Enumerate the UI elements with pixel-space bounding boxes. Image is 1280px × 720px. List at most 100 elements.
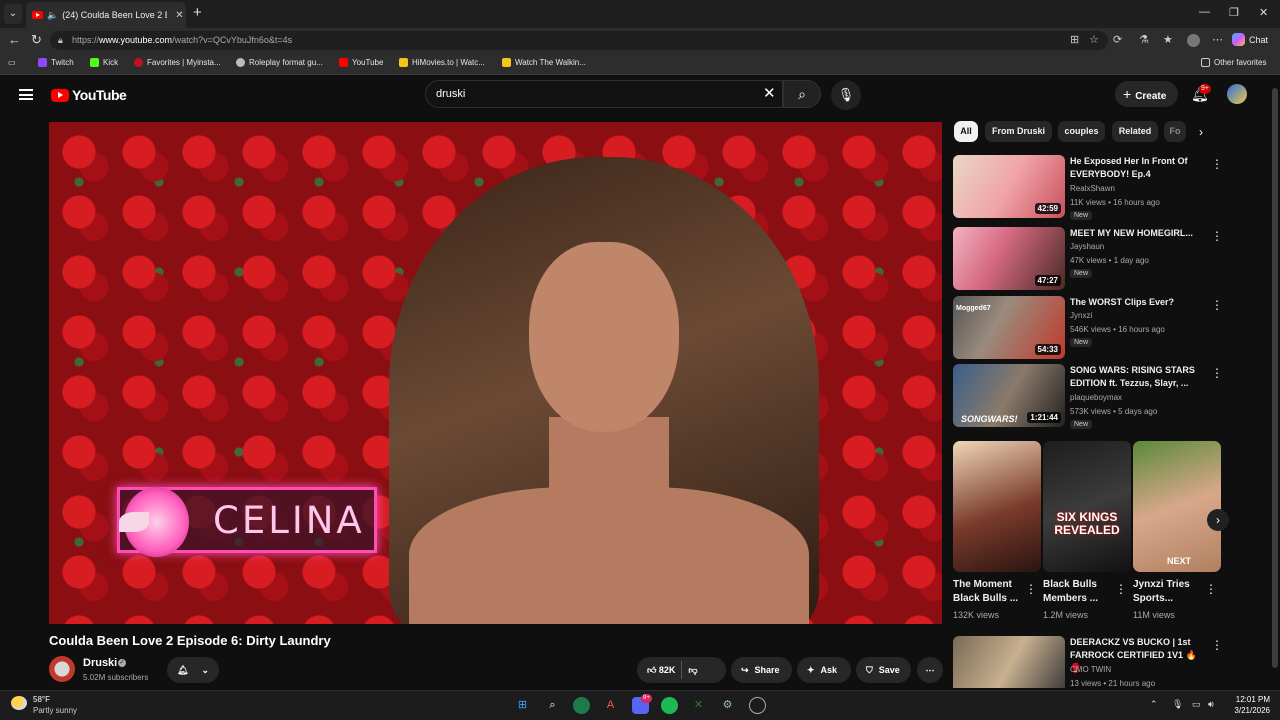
recommended-title[interactable]: He Exposed Her In Front Of EVERYBODY! Ep… xyxy=(1070,155,1202,181)
video-thumbnail[interactable]: Mogged67 54:33 xyxy=(953,296,1065,359)
windows-start-icon[interactable]: ⊞ xyxy=(514,697,531,714)
edge-browser-icon[interactable] xyxy=(573,697,590,714)
recommended-video[interactable]: 47:27 MEET MY NEW HOMEGIRL... Jayshaun 4… xyxy=(953,227,1223,293)
recommended-video[interactable]: SONGWARS! 1:21:44 SONG WARS: RISING STARS… xyxy=(953,364,1223,430)
refresh-button[interactable]: ↻ xyxy=(31,32,42,48)
more-icon[interactable]: ⋮ xyxy=(1115,582,1127,596)
site-info-icon[interactable]: 🔒︎ xyxy=(58,31,63,50)
dislike-button[interactable]: 👎︎ xyxy=(688,657,697,683)
monitor-icon[interactable]: ▭ xyxy=(1192,699,1201,710)
like-button[interactable]: 👍︎ 82K xyxy=(647,657,675,683)
weather-icon[interactable] xyxy=(11,696,27,710)
short-thumbnail[interactable] xyxy=(953,441,1041,572)
menu-icon[interactable] xyxy=(19,89,33,100)
youtube-logo[interactable]: YouTube xyxy=(51,87,127,103)
chevron-right-icon[interactable]: › xyxy=(1199,125,1203,139)
recommended-channel[interactable]: RealxShawn xyxy=(1070,184,1115,193)
speaker-icon[interactable]: 🔈 xyxy=(47,10,58,21)
settings-more-icon[interactable]: ⋯ xyxy=(1212,33,1223,46)
chip-all[interactable]: All xyxy=(954,121,978,142)
spotify-icon[interactable] xyxy=(661,697,678,714)
video-thumbnail[interactable] xyxy=(953,636,1065,688)
recommended-channel[interactable]: Jynxzi xyxy=(1070,311,1092,320)
video-thumbnail[interactable]: SONGWARS! 1:21:44 xyxy=(953,364,1065,427)
channel-name[interactable]: Druski xyxy=(83,657,117,669)
short-title[interactable]: Black Bulls Members ... xyxy=(1043,578,1115,606)
recommended-title[interactable]: SONG WARS: RISING STARS EDITION ft. Tezz… xyxy=(1070,364,1202,390)
close-tab-icon[interactable]: ✕ xyxy=(175,10,183,21)
tab-actions-menu-icon[interactable]: ⌄ xyxy=(4,4,22,24)
favorite-walking-dead[interactable]: Watch The Walkin... xyxy=(502,58,586,67)
video-player[interactable]: CELINA xyxy=(49,122,942,624)
subscription-bell-button[interactable]: 🔔︎ ⌄ xyxy=(167,657,219,683)
chip-partial[interactable]: Fo xyxy=(1164,121,1186,142)
other-favorites[interactable]: Other favorites xyxy=(1201,58,1266,67)
copilot-chat-button[interactable]: Chat xyxy=(1232,33,1268,46)
recommended-video[interactable]: Mogged67 54:33 The WORST Clips Ever? Jynx… xyxy=(953,296,1223,362)
recommended-channel[interactable]: plaqueboymax xyxy=(1070,393,1122,402)
app-icon[interactable] xyxy=(749,697,766,714)
reading-view-icon[interactable]: ▭ xyxy=(8,58,16,67)
minimize-button[interactable]: — xyxy=(1199,6,1210,18)
search-input[interactable]: druski xyxy=(425,80,783,108)
weather-condition[interactable]: Partly sunny xyxy=(33,706,77,715)
recommended-title[interactable]: The WORST Clips Ever? xyxy=(1070,296,1202,309)
search-button[interactable]: ⌕ xyxy=(783,80,821,108)
more-actions-button[interactable]: ⋯ xyxy=(917,657,943,683)
favorite-youtube[interactable]: YouTube xyxy=(339,58,383,67)
chip-from-druski[interactable]: From Druski xyxy=(985,121,1052,142)
browser-essentials-icon[interactable]: ⚗ xyxy=(1139,33,1149,46)
short-title[interactable]: Jynxzi Tries Sports... xyxy=(1133,578,1205,606)
browser-tab-youtube[interactable]: 🔈 (24) Coulda Been Love 2 Episode 6: Dir… xyxy=(26,2,186,28)
weather-temperature[interactable]: 58°F xyxy=(33,695,50,704)
address-input[interactable]: 🔒︎ https://www.youtube.com/watch?v=QCvYbu… xyxy=(50,31,1108,50)
recommended-title[interactable]: MEET MY NEW HOMEGIRL... xyxy=(1070,227,1202,240)
create-button[interactable]: + Create xyxy=(1115,81,1178,107)
account-avatar[interactable] xyxy=(1227,84,1247,104)
short-title[interactable]: The Moment Black Bulls ... xyxy=(953,578,1025,606)
ask-button[interactable]: ✦ Ask xyxy=(797,657,851,683)
recommended-video[interactable]: 42:59 He Exposed Her In Front Of EVERYBO… xyxy=(953,155,1223,221)
favorites-icon[interactable]: ★ xyxy=(1163,33,1173,46)
scrollbar-thumb[interactable] xyxy=(1272,88,1278,668)
more-icon[interactable]: ⋮ xyxy=(1025,582,1037,596)
back-button[interactable]: ← xyxy=(8,32,21,47)
favorite-myinsta[interactable]: Favorites | Myinsta... xyxy=(134,58,221,67)
more-icon[interactable]: ⋮ xyxy=(1205,582,1217,596)
video-thumbnail[interactable]: 42:59 xyxy=(953,155,1065,218)
steam-icon[interactable]: ⚙ xyxy=(719,697,736,714)
profile-icon[interactable] xyxy=(1187,34,1200,47)
more-icon[interactable]: ⋮ xyxy=(1211,229,1223,243)
video-thumbnail[interactable]: 47:27 xyxy=(953,227,1065,290)
extensions-icon[interactable]: ⟳ xyxy=(1113,33,1122,46)
more-icon[interactable]: ⋮ xyxy=(1211,157,1223,171)
more-icon[interactable]: ⋮ xyxy=(1211,298,1223,312)
microphone-icon[interactable]: 🎙︎ xyxy=(1172,699,1183,710)
shorts-next-button[interactable]: › xyxy=(1207,509,1229,531)
favorite-twitch[interactable]: Twitch xyxy=(38,58,74,67)
new-tab-button[interactable]: + xyxy=(193,4,202,21)
chevron-up-icon[interactable]: ⌃ xyxy=(1150,699,1158,710)
short-thumbnail[interactable]: SIX KINGS REVEALED xyxy=(1043,441,1131,572)
save-button[interactable]: ⛉ Save xyxy=(856,657,911,683)
recommended-channel[interactable]: Jayshaun xyxy=(1070,242,1104,251)
more-icon[interactable]: ⋮ xyxy=(1211,638,1218,652)
favorite-himovies[interactable]: HiMovies.to | Watc... xyxy=(399,58,485,67)
voice-search-button[interactable]: 🎙︎ xyxy=(831,80,861,110)
recommended-video[interactable]: DEERACKZ VS BUCKO | 1st FARROCK CERTIFIE… xyxy=(953,636,1218,688)
short-thumbnail[interactable]: NEXT xyxy=(1133,441,1221,572)
app-icon[interactable]: A xyxy=(602,697,619,714)
favorite-star-icon[interactable]: ☆ xyxy=(1089,33,1099,46)
restore-button[interactable]: ❐ xyxy=(1229,6,1239,19)
chip-related[interactable]: Related xyxy=(1112,121,1158,142)
system-clock[interactable]: 12:01 PM 3/21/2026 xyxy=(1226,694,1270,716)
search-icon[interactable]: ⌕ xyxy=(544,697,561,714)
more-icon[interactable]: ⋮ xyxy=(1211,366,1223,380)
chip-couples[interactable]: couples xyxy=(1058,121,1105,142)
channel-avatar[interactable] xyxy=(49,656,75,682)
clear-search-icon[interactable]: ✕ xyxy=(763,84,776,102)
excel-icon[interactable]: ✕ xyxy=(690,697,707,714)
page-scrollbar[interactable] xyxy=(1270,76,1280,686)
share-button[interactable]: ↪ Share xyxy=(731,657,792,683)
favorite-roleplay[interactable]: Roleplay format gu... xyxy=(236,58,323,67)
